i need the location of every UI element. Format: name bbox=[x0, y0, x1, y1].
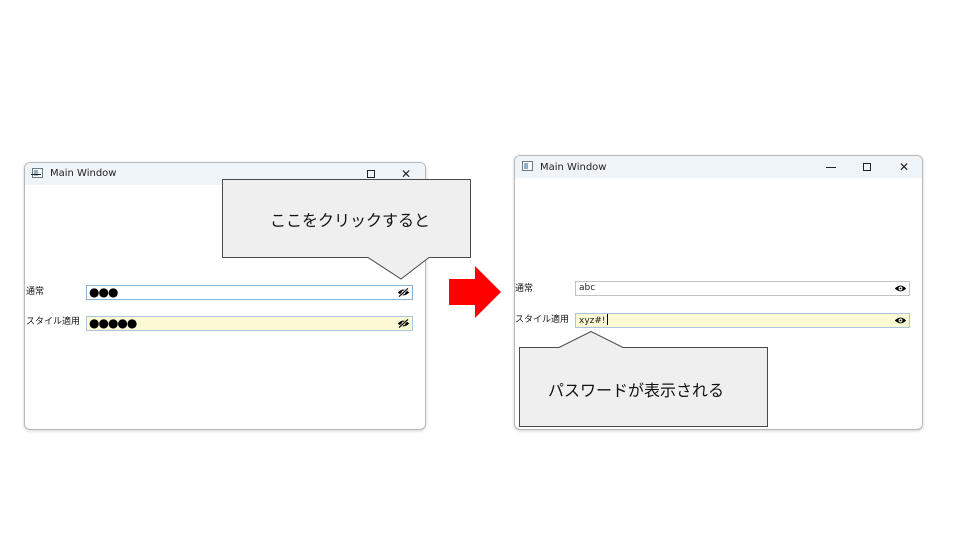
click-here-callout: ここをクリックすると bbox=[270, 211, 431, 230]
revealed-text: abc bbox=[579, 283, 596, 293]
minimize-button[interactable] bbox=[25, 165, 47, 183]
eye-slash-icon[interactable] bbox=[397, 287, 410, 298]
eye-icon[interactable] bbox=[894, 283, 907, 294]
masked-text: ●●● bbox=[89, 285, 118, 299]
app-icon bbox=[522, 161, 533, 171]
normal-password-box[interactable]: abc bbox=[575, 281, 910, 296]
styled-label: スタイル適用 bbox=[515, 315, 570, 325]
masked-text: ●●●●● bbox=[89, 316, 137, 330]
window-title: Main Window bbox=[50, 168, 117, 179]
eye-slash-icon[interactable] bbox=[397, 318, 410, 329]
eye-icon[interactable] bbox=[894, 315, 907, 326]
normal-label: 通常 bbox=[515, 284, 534, 294]
text-caret bbox=[606, 314, 608, 325]
title-bar[interactable]: Main Window ✕ bbox=[515, 156, 922, 178]
red-arrow-icon bbox=[449, 266, 501, 318]
styled-password-box[interactable]: ●●●●● bbox=[86, 316, 413, 331]
normal-label: 通常 bbox=[26, 287, 45, 297]
minimize-button[interactable] bbox=[820, 158, 842, 176]
normal-password-box[interactable]: ●●● bbox=[86, 285, 413, 300]
window-title: Main Window bbox=[540, 162, 607, 173]
maximize-button[interactable] bbox=[856, 158, 878, 176]
close-button[interactable]: ✕ bbox=[893, 158, 915, 176]
styled-label: スタイル適用 bbox=[26, 317, 81, 327]
password-shown-callout: パスワードが表示される bbox=[548, 381, 725, 400]
revealed-text: xyz#! bbox=[579, 314, 608, 326]
styled-password-box[interactable]: xyz#! bbox=[575, 313, 910, 328]
